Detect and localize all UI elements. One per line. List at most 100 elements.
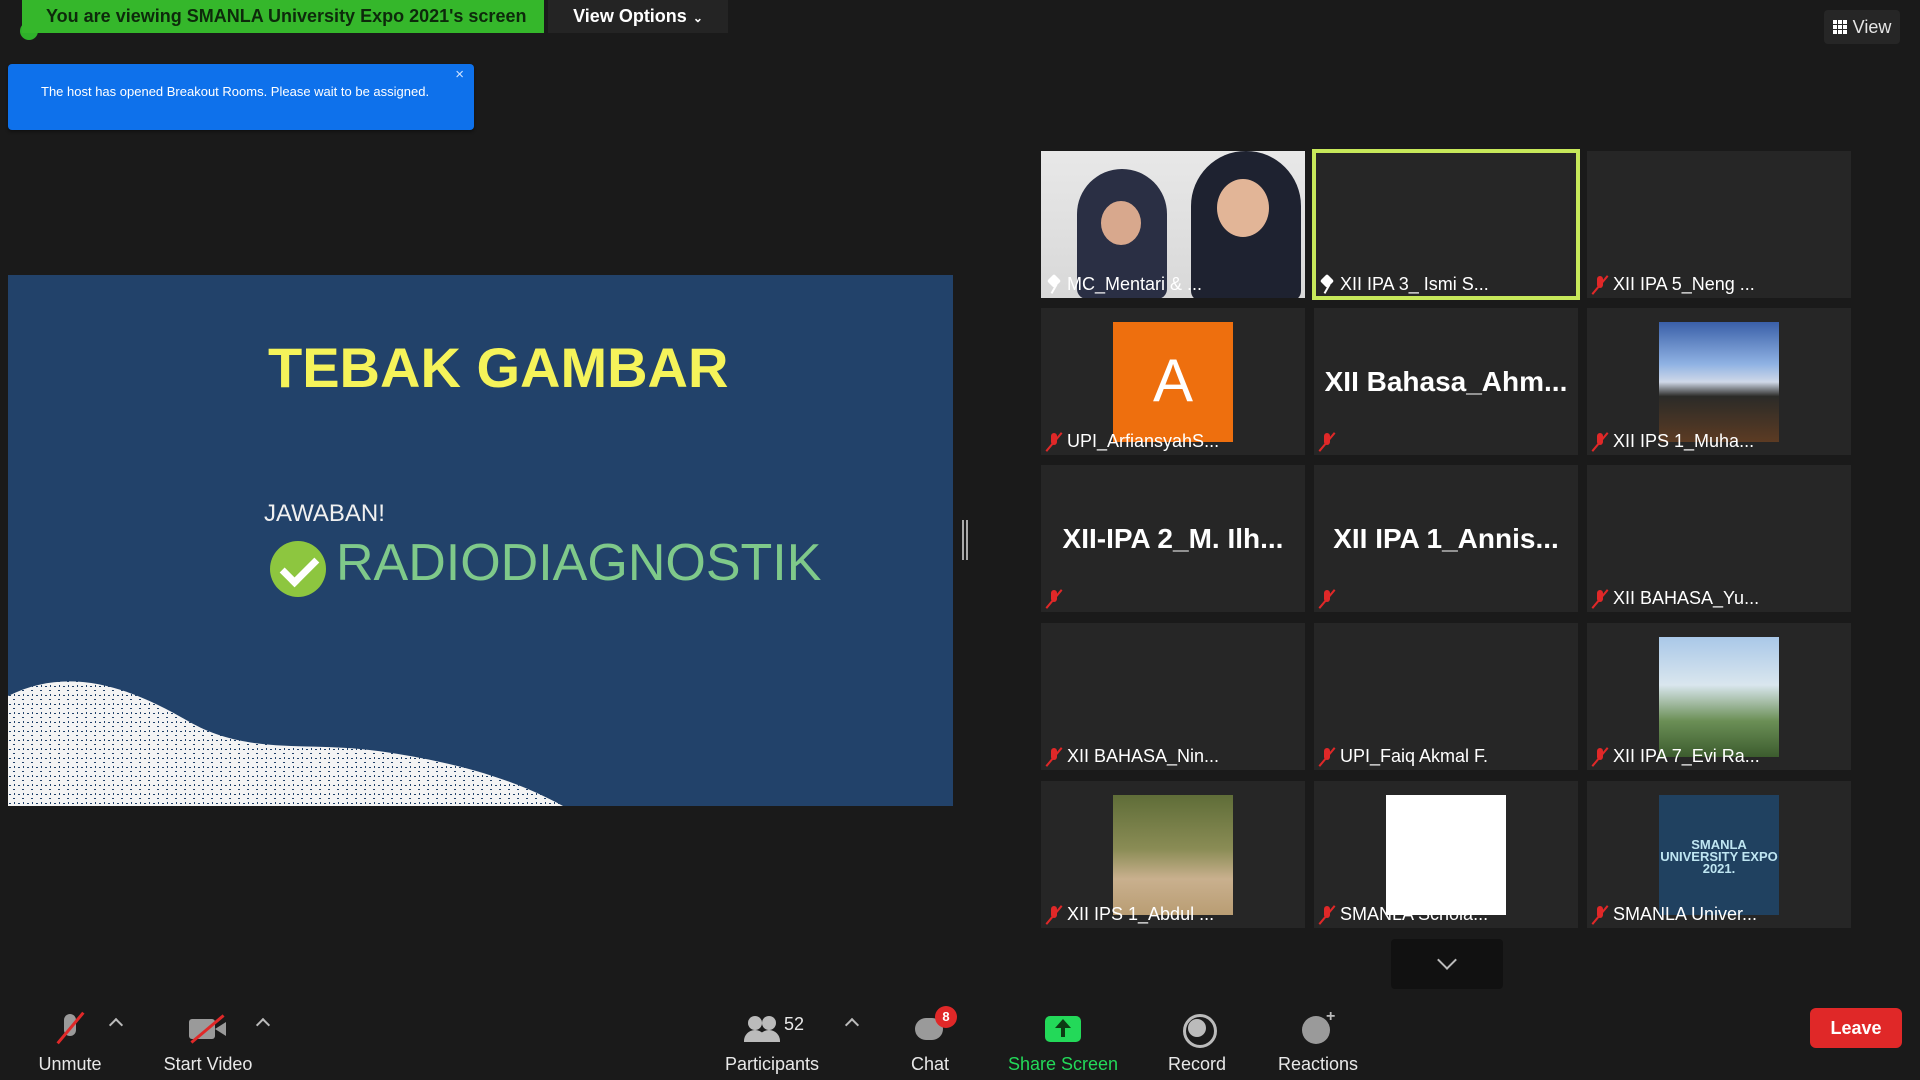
share-screen-icon: [1044, 1010, 1082, 1048]
leave-button[interactable]: Leave: [1810, 1008, 1902, 1048]
participant-tile[interactable]: A UPI_ArfiansyahS...: [1041, 308, 1305, 455]
participant-tile[interactable]: XII IPS 1_Abdul ...: [1041, 781, 1305, 928]
participant-tile[interactable]: XII IPA 3_ Ismi S...: [1312, 149, 1580, 300]
reactions-button[interactable]: + Reactions: [1270, 1008, 1366, 1075]
participant-tile[interactable]: MC_Mentari & ...: [1041, 151, 1305, 298]
unmute-button[interactable]: Unmute: [34, 1010, 106, 1075]
participant-name-bar: XII IPS 1_Abdul ...: [1047, 904, 1214, 925]
grid-icon: [1832, 20, 1847, 34]
microphone-muted-icon: [58, 1010, 82, 1048]
share-screen-button[interactable]: Share Screen: [1004, 1010, 1122, 1075]
slide-answer-label: JAWABAN!: [264, 500, 385, 527]
chat-unread-badge: 8: [935, 1006, 957, 1028]
participant-tile[interactable]: SMANLA Schola...: [1314, 781, 1578, 928]
decorative-wave: [8, 681, 563, 806]
mic-off-icon: [1593, 905, 1607, 925]
participants-icon: 52: [744, 1010, 804, 1048]
mic-off-icon: [1593, 747, 1607, 767]
participant-name-bar: UPI_ArfiansyahS...: [1047, 431, 1219, 452]
view-options-label: View Options: [573, 6, 687, 26]
participant-display-name: XII Bahasa_Ahm...: [1324, 366, 1568, 397]
start-video-button[interactable]: Start Video: [158, 1010, 258, 1075]
mic-off-icon: [1593, 589, 1607, 609]
checkmark-icon: [270, 541, 326, 597]
participant-photo: [1386, 795, 1506, 915]
participant-tile[interactable]: XII-IPA 2_M. Ilh...: [1041, 465, 1305, 612]
participant-tile[interactable]: XII IPA 1_Annis...: [1314, 465, 1578, 612]
participant-name-bar: XII IPA 7_Evi Ra...: [1593, 746, 1760, 767]
participant-name: MC_Mentari & ...: [1067, 274, 1203, 294]
breakout-notification: The host has opened Breakout Rooms. Plea…: [8, 64, 474, 130]
view-button[interactable]: View: [1824, 10, 1900, 44]
gallery-next-page-button[interactable]: [1391, 939, 1503, 989]
chat-bubble-icon: 8: [913, 1006, 957, 1048]
participants-button[interactable]: 52 Participants: [720, 1010, 824, 1075]
expo-logo: SMANLA UNIVERSITY EXPO 2021.: [1659, 795, 1779, 915]
participant-name-bar: XII IPA 3_ Ismi S...: [1320, 274, 1489, 295]
video-options-caret[interactable]: [255, 1017, 271, 1033]
participant-name: XII IPA 7_Evi Ra...: [1613, 746, 1760, 766]
participant-name-bar: [1320, 432, 1334, 452]
slide-answer: RADIODIAGNOSTIK: [336, 534, 822, 592]
reactions-smiley-icon: +: [1300, 1008, 1336, 1048]
mic-off-icon: [1047, 589, 1061, 609]
participant-tile[interactable]: XII IPA 5_Neng ...: [1587, 151, 1851, 298]
shared-screen: TEBAK GAMBAR JAWABAN! RADIODIAGNOSTIK: [8, 275, 953, 806]
participant-name-bar: XII BAHASA_Nin...: [1047, 746, 1219, 767]
splitter-handle[interactable]: [962, 520, 968, 560]
unmute-label: Unmute: [38, 1054, 102, 1074]
chat-button[interactable]: 8 Chat: [900, 1006, 960, 1075]
participant-photo: [1659, 637, 1779, 757]
mic-off-icon: [1320, 432, 1334, 452]
participant-name-bar: SMANLA Univer...: [1593, 904, 1757, 925]
mic-off-icon: [1320, 905, 1334, 925]
participant-photo: [1659, 322, 1779, 442]
notification-text: The host has opened Breakout Rooms. Plea…: [41, 84, 430, 99]
video-off-icon: [189, 1010, 227, 1048]
close-icon[interactable]: ×: [455, 67, 464, 82]
mic-off-icon: [1047, 747, 1061, 767]
avatar: A: [1113, 322, 1233, 442]
chat-label: Chat: [910, 1054, 950, 1074]
participant-display-name: XII-IPA 2_M. Ilh...: [1062, 523, 1284, 554]
participant-name: SMANLA Schola...: [1340, 904, 1489, 924]
pin-icon: [1320, 275, 1334, 295]
record-label: Record: [1167, 1054, 1227, 1074]
participant-name-bar: UPI_Faiq Akmal F.: [1320, 746, 1488, 767]
meeting-toolbar: Unmute Start Video 52 Participants 8 Cha…: [0, 990, 1920, 1080]
view-button-label: View: [1852, 17, 1892, 37]
participant-tile[interactable]: XII IPS 1_Muha...: [1587, 308, 1851, 455]
participant-name-bar: XII IPA 5_Neng ...: [1593, 274, 1755, 295]
mic-off-icon: [1047, 905, 1061, 925]
participant-tile[interactable]: SMANLA UNIVERSITY EXPO 2021. SMANLA Unive…: [1587, 781, 1851, 928]
participants-options-caret[interactable]: [844, 1017, 860, 1033]
participant-name-bar: MC_Mentari & ...: [1047, 274, 1202, 295]
reactions-label: Reactions: [1277, 1054, 1359, 1074]
mic-off-icon: [1320, 589, 1334, 609]
start-video-label: Start Video: [163, 1054, 253, 1074]
participant-name: XII BAHASA_Yu...: [1613, 588, 1760, 608]
participant-display-name: XII IPA 1_Annis...: [1333, 523, 1559, 554]
participant-photo: [1113, 795, 1233, 915]
mic-off-icon: [1047, 432, 1061, 452]
record-button[interactable]: Record: [1160, 1010, 1234, 1075]
participant-name-bar: XII BAHASA_Yu...: [1593, 588, 1759, 609]
pin-icon: [1047, 275, 1061, 295]
participant-tile[interactable]: XII IPA 7_Evi Ra...: [1587, 623, 1851, 770]
participant-tile[interactable]: XII BAHASA_Nin...: [1041, 623, 1305, 770]
view-options-button[interactable]: View Options ⌄: [548, 0, 728, 33]
mic-off-icon: [1593, 432, 1607, 452]
participant-tile[interactable]: XII BAHASA_Yu...: [1587, 465, 1851, 612]
participant-name: XII IPA 3_ Ismi S...: [1340, 274, 1489, 294]
participant-name: SMANLA Univer...: [1613, 904, 1758, 924]
participant-tile[interactable]: XII Bahasa_Ahm...: [1314, 308, 1578, 455]
share-screen-label: Share Screen: [1007, 1054, 1119, 1074]
audio-options-caret[interactable]: [108, 1017, 124, 1033]
participant-name: XII IPS 1_Abdul ...: [1067, 904, 1215, 924]
participant-name: XII IPS 1_Muha...: [1613, 431, 1755, 451]
participants-count: 52: [784, 1014, 805, 1034]
participant-name-bar: XII IPS 1_Muha...: [1593, 431, 1754, 452]
participant-name-bar: SMANLA Schola...: [1320, 904, 1488, 925]
participant-tile[interactable]: UPI_Faiq Akmal F.: [1314, 623, 1578, 770]
participant-name-bar: [1047, 589, 1061, 609]
